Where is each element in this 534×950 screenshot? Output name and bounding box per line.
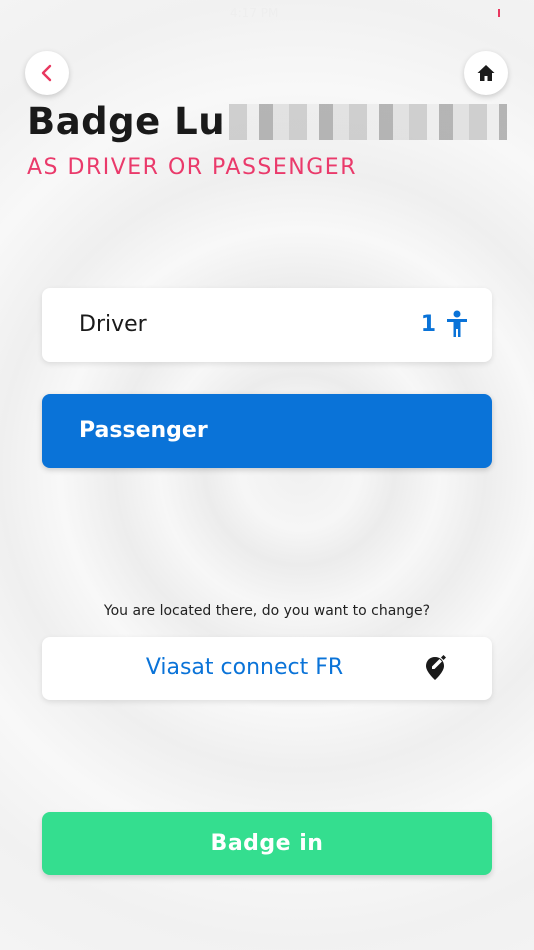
location-name: Viasat connect FR [145, 655, 344, 680]
home-icon [477, 65, 495, 81]
chevron-left-icon [41, 64, 52, 82]
back-button[interactable] [25, 51, 69, 95]
page-title-text: Badge Lu [27, 100, 226, 143]
battery-indicator [498, 9, 500, 17]
passenger-option[interactable]: Passenger [42, 394, 492, 468]
status-bar: 4:17 PM [0, 0, 534, 28]
location-question: You are located there, do you want to ch… [103, 603, 431, 619]
status-time: 4:17 PM [230, 6, 279, 20]
location-selector[interactable]: Viasat connect FR [42, 637, 492, 700]
passenger-label: Passenger [79, 418, 208, 443]
driver-count: 1 [420, 312, 436, 337]
badge-in-label: Badge in [210, 831, 324, 856]
redacted-name [229, 103, 508, 140]
badge-in-button[interactable]: Badge in [42, 812, 492, 875]
driver-label: Driver [79, 312, 147, 337]
person-icon [447, 310, 467, 337]
page-title: Badge Lu [27, 100, 508, 143]
location-edit-icon [426, 655, 446, 680]
page-subtitle: AS DRIVER OR PASSENGER [27, 155, 357, 180]
driver-option[interactable]: Driver 1 [42, 288, 492, 362]
home-button[interactable] [464, 51, 508, 95]
